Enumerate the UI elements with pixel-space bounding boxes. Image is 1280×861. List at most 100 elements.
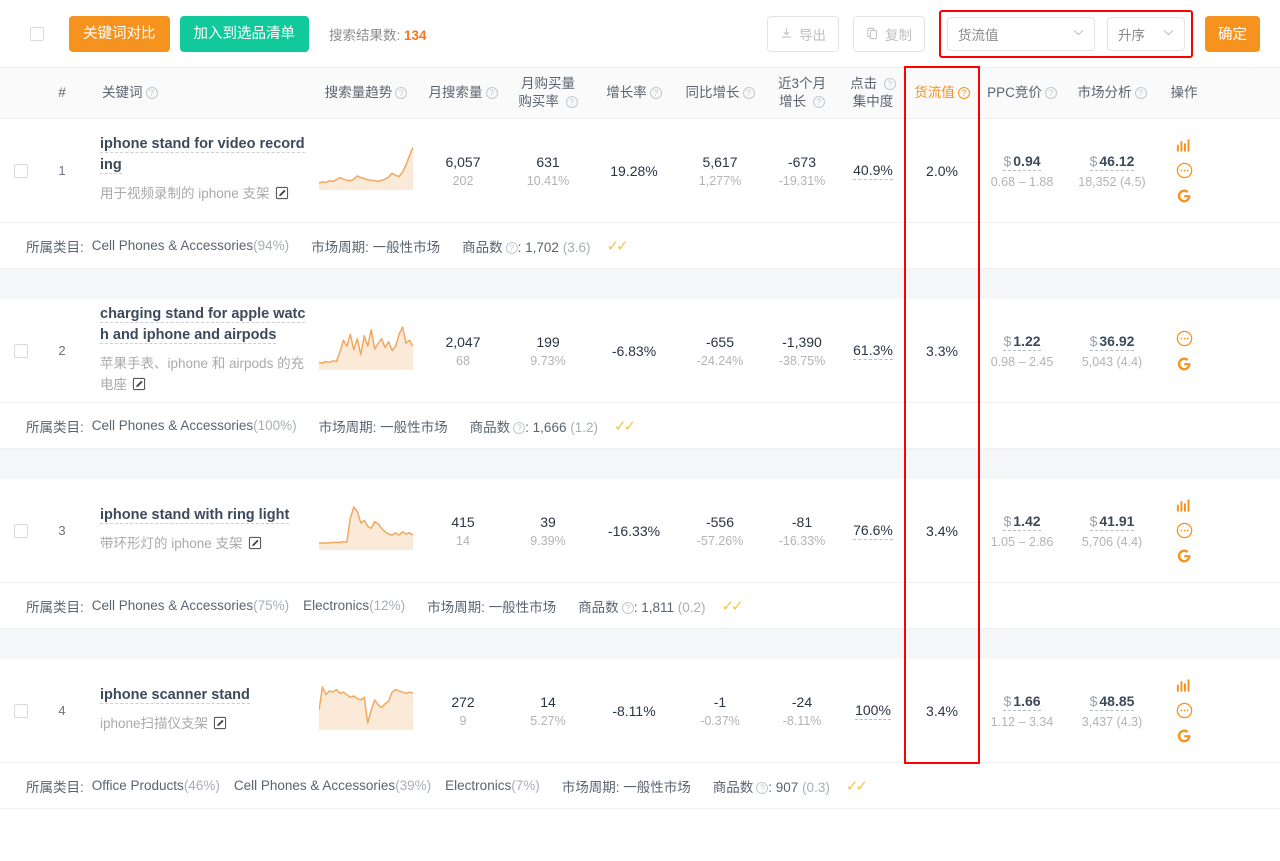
market-cycle: 市场周期: 一般性市场: [562, 776, 691, 796]
table-row[interactable]: 2charging stand for apple watch and ipho…: [0, 299, 1280, 403]
bar-chart-icon[interactable]: [1176, 498, 1192, 513]
ppc-bid-value[interactable]: $1.66: [1003, 693, 1040, 711]
row-checkbox[interactable]: [14, 704, 28, 718]
keyword-cell: charging stand for apple watch and iphon…: [82, 299, 310, 402]
keyword-compare-button[interactable]: 关键词对比: [69, 16, 170, 52]
add-to-selection-list-button[interactable]: 加入到选品清单: [180, 16, 310, 52]
table-row[interactable]: 4iphone scanner standiphone扫描仪支架2729145.…: [0, 659, 1280, 763]
search-trend-cell[interactable]: [310, 299, 422, 402]
ppc-bid-value[interactable]: $0.94: [1003, 153, 1040, 171]
three-month-growth-sub: -38.75%: [779, 354, 826, 368]
header-monthly-search-label: 月搜索量: [429, 84, 483, 102]
click-concentration-value[interactable]: 40.9%: [853, 162, 893, 180]
category-label: 所属类目:: [26, 236, 84, 256]
help-icon[interactable]: ?: [1135, 87, 1147, 99]
help-icon[interactable]: ?: [743, 87, 755, 99]
search-trend-cell[interactable]: [310, 119, 422, 222]
help-icon[interactable]: ?: [1045, 87, 1057, 99]
sort-controls-highlight: 货流值 升序: [939, 10, 1193, 58]
click-concentration-value[interactable]: 76.6%: [853, 522, 893, 540]
help-icon[interactable]: ?: [486, 87, 498, 99]
help-icon[interactable]: ?: [395, 87, 407, 99]
category-percent: (7%): [511, 778, 540, 793]
category-item[interactable]: Office Products(46%): [92, 778, 220, 793]
keyword-research-page: 关键词对比 加入到选品清单 搜索结果数: 134 导出: [0, 0, 1280, 861]
row-checkbox[interactable]: [14, 344, 28, 358]
edit-icon[interactable]: [248, 536, 262, 556]
ppc-bid-cell: $1.42 1.05 – 2.86: [978, 479, 1066, 582]
keyword-cell: iphone stand for video recording用于视频录制的 …: [82, 119, 310, 222]
sort-field-select[interactable]: 货流值: [947, 17, 1095, 51]
table-row[interactable]: 1iphone stand for video recording用于视频录制的…: [0, 119, 1280, 223]
market-price-value[interactable]: $46.12: [1090, 153, 1135, 171]
market-price-value[interactable]: $41.91: [1090, 513, 1135, 531]
search-trend-cell[interactable]: [310, 479, 422, 582]
market-cycle: 市场周期: 一般性市场: [311, 236, 440, 256]
edit-icon[interactable]: [213, 716, 227, 736]
help-icon[interactable]: ?: [622, 602, 634, 614]
help-icon[interactable]: ?: [146, 87, 158, 99]
category-item[interactable]: Electronics(12%): [303, 598, 405, 613]
market-price-value[interactable]: $36.92: [1090, 333, 1135, 351]
help-icon[interactable]: ?: [884, 78, 896, 90]
three-month-growth-value: -1,390: [782, 334, 822, 350]
google-icon[interactable]: [1176, 356, 1192, 372]
monthly-search-cell: 2,04768: [422, 299, 504, 402]
help-icon[interactable]: ?: [813, 96, 825, 108]
table-row[interactable]: 3iphone stand with ring light带环形灯的 iphon…: [0, 479, 1280, 583]
select-all-checkbox[interactable]: [30, 27, 44, 41]
monthly-search-cell: 6,057202: [422, 119, 504, 222]
market-price-value[interactable]: $48.85: [1090, 693, 1135, 711]
category-percent: (100%): [253, 418, 297, 433]
three-month-growth-value: -81: [792, 514, 812, 530]
edit-icon[interactable]: [275, 186, 289, 206]
row-actions-cell: [1158, 659, 1210, 762]
more-circle-icon[interactable]: [1176, 702, 1193, 719]
help-icon[interactable]: ?: [650, 87, 662, 99]
click-concentration-value[interactable]: 100%: [855, 702, 891, 720]
export-button[interactable]: 导出: [767, 16, 839, 52]
category-item[interactable]: Cell Phones & Accessories(39%): [234, 778, 431, 793]
category-item[interactable]: Electronics(7%): [445, 778, 540, 793]
bar-chart-icon[interactable]: [1176, 138, 1192, 153]
help-icon[interactable]: ?: [756, 782, 768, 794]
more-circle-icon[interactable]: [1176, 522, 1193, 539]
google-icon[interactable]: [1176, 548, 1192, 564]
help-icon[interactable]: ?: [513, 422, 525, 434]
google-icon[interactable]: [1176, 188, 1192, 204]
keyword-text-en[interactable]: iphone scanner stand: [100, 687, 250, 704]
copy-button[interactable]: 复制: [853, 16, 925, 52]
category-item[interactable]: Cell Phones & Accessories(75%): [92, 598, 289, 613]
help-icon[interactable]: ?: [506, 242, 518, 254]
row-group-spacer: [0, 449, 1280, 479]
row-checkbox[interactable]: [14, 524, 28, 538]
keyword-text-en[interactable]: iphone stand for video recording: [100, 136, 305, 174]
google-icon[interactable]: [1176, 728, 1192, 744]
ppc-bid-value[interactable]: $1.42: [1003, 513, 1040, 531]
click-concentration-value[interactable]: 61.3%: [853, 342, 893, 360]
more-circle-icon[interactable]: [1176, 330, 1193, 347]
search-trend-cell[interactable]: [310, 659, 422, 762]
keyword-text-en[interactable]: charging stand for apple watch and iphon…: [100, 306, 305, 344]
ppc-bid-range: 1.05 – 2.86: [991, 535, 1054, 549]
more-circle-icon[interactable]: [1176, 162, 1193, 179]
row-checkbox[interactable]: [14, 164, 28, 178]
market-cycle-value: 一般性市场: [489, 600, 557, 615]
help-icon[interactable]: ?: [566, 96, 578, 108]
trend-sparkline-chart: [319, 324, 413, 378]
confirm-button[interactable]: 确定: [1205, 16, 1260, 52]
trend-sparkline-chart: [319, 684, 413, 738]
help-icon[interactable]: ?: [958, 87, 970, 99]
edit-icon[interactable]: [132, 377, 146, 397]
row-checkbox-cell: [0, 119, 42, 222]
ppc-bid-value[interactable]: $1.22: [1003, 333, 1040, 351]
keyword-text-en[interactable]: iphone stand with ring light: [100, 507, 289, 524]
sort-order-select[interactable]: 升序: [1107, 17, 1185, 51]
row-checkbox-cell: [0, 479, 42, 582]
category-item[interactable]: Cell Phones & Accessories(100%): [92, 418, 297, 433]
category-summary-row: 所属类目: Cell Phones & Accessories(94%) 市场周期:…: [0, 223, 1280, 269]
category-item[interactable]: Cell Phones & Accessories(94%): [92, 238, 289, 253]
bar-chart-icon[interactable]: [1176, 678, 1192, 693]
ppc-bid-cell: $1.661.12 – 3.34: [978, 659, 1066, 762]
monthly-purchase-value: 39: [540, 514, 556, 530]
